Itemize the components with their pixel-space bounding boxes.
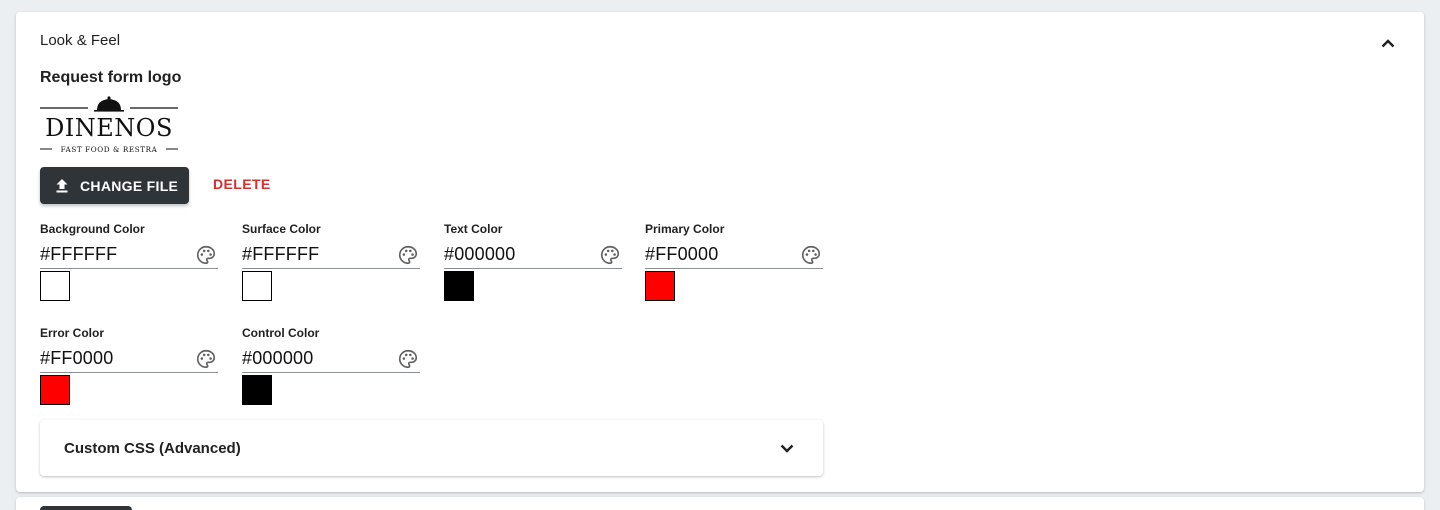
palette-icon[interactable] xyxy=(195,244,217,266)
change-file-label: CHANGE FILE xyxy=(80,177,179,194)
logo-tagline: FAST FOOD & RESTRA xyxy=(60,145,158,154)
custom-css-title: Custom CSS (Advanced) xyxy=(64,440,241,457)
expand-button[interactable] xyxy=(775,436,799,460)
field-label: Error Color xyxy=(40,326,105,340)
color-swatch[interactable] xyxy=(645,271,675,301)
section-title: Look & Feel xyxy=(40,32,121,49)
text-color-field: Text Color #000000 xyxy=(444,221,622,301)
text-color-input[interactable]: #000000 xyxy=(444,243,622,269)
next-section-button[interactable] xyxy=(40,506,132,510)
palette-icon[interactable] xyxy=(397,348,419,370)
field-value: #FF0000 xyxy=(40,348,114,368)
logo-image: DINENOS FAST FOOD & RESTRA xyxy=(40,95,178,157)
logo-heading: Request form logo xyxy=(40,69,182,86)
upload-icon xyxy=(54,178,70,194)
field-label: Control Color xyxy=(242,326,320,340)
chevron-down-icon xyxy=(780,444,794,453)
field-value: #000000 xyxy=(242,348,314,368)
logo-brand: DINENOS xyxy=(45,114,173,142)
field-value: #FF0000 xyxy=(645,244,719,264)
primary-color-field: Primary Color #FF0000 xyxy=(645,221,823,301)
control-color-field: Control Color #000000 xyxy=(242,325,420,405)
field-label: Background Color xyxy=(40,222,145,236)
field-value: #FFFFFF xyxy=(242,244,320,264)
field-label: Primary Color xyxy=(645,222,725,236)
field-value: #000000 xyxy=(444,244,516,264)
palette-icon[interactable] xyxy=(397,244,419,266)
background-color-field: Background Color #FFFFFF xyxy=(40,221,218,301)
color-swatch[interactable] xyxy=(40,375,70,405)
custom-css-panel[interactable]: Custom CSS (Advanced) xyxy=(40,420,823,476)
cloche-icon xyxy=(40,96,178,112)
surface-color-input[interactable]: #FFFFFF xyxy=(242,243,420,269)
primary-color-input[interactable]: #FF0000 xyxy=(645,243,823,269)
change-file-button[interactable]: CHANGE FILE xyxy=(40,167,189,204)
color-swatch[interactable] xyxy=(40,271,70,301)
next-section-card xyxy=(16,497,1424,510)
color-swatch[interactable] xyxy=(242,375,272,405)
color-swatch[interactable] xyxy=(242,271,272,301)
field-value: #FFFFFF xyxy=(40,244,118,264)
chevron-up-icon xyxy=(1381,38,1395,47)
delete-logo-button[interactable]: DELETE xyxy=(213,176,271,192)
palette-icon[interactable] xyxy=(800,244,822,266)
control-color-input[interactable]: #000000 xyxy=(242,347,420,373)
look-and-feel-card: Look & Feel Request form logo DINENOS FA… xyxy=(16,12,1424,492)
surface-color-field: Surface Color #FFFFFF xyxy=(242,221,420,301)
error-color-field: Error Color #FF0000 xyxy=(40,325,218,405)
error-color-input[interactable]: #FF0000 xyxy=(40,347,218,373)
field-label: Text Color xyxy=(444,222,503,236)
palette-icon[interactable] xyxy=(195,348,217,370)
background-color-input[interactable]: #FFFFFF xyxy=(40,243,218,269)
collapse-button[interactable] xyxy=(1376,31,1400,55)
field-label: Surface Color xyxy=(242,222,321,236)
color-swatch[interactable] xyxy=(444,271,474,301)
palette-icon[interactable] xyxy=(599,244,621,266)
